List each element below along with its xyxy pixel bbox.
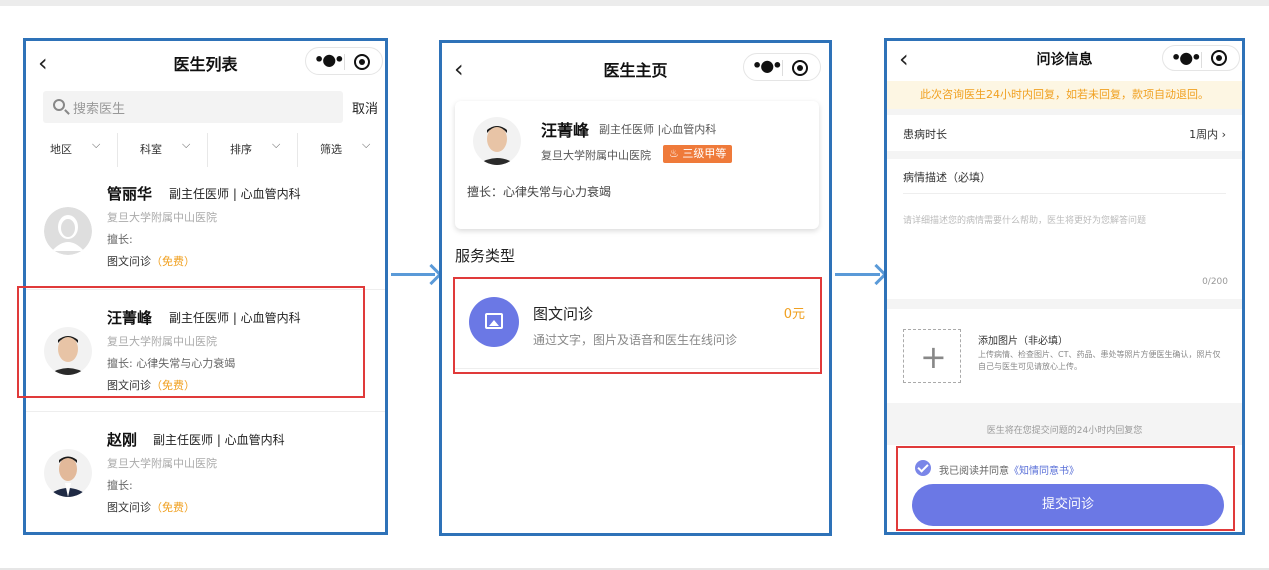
highlight-box	[17, 286, 365, 398]
doctor-hospital: 复旦大学附属中山医院	[541, 149, 651, 162]
close-target-icon[interactable]	[1211, 50, 1227, 66]
cancel-button[interactable]: 取消	[352, 98, 378, 117]
close-target-icon[interactable]	[354, 54, 370, 70]
filter-label: 科室	[140, 143, 162, 156]
chevron-down-icon: ⌵	[272, 138, 281, 151]
close-target-icon[interactable]	[792, 60, 808, 76]
nav-bar: ‹ 问诊信息 •●•	[887, 41, 1242, 81]
chevron-down-icon: ⌵	[92, 138, 101, 151]
more-dots-icon[interactable]: •●•	[752, 56, 782, 75]
description-textarea[interactable]: 请详细描述您的病情需要什么帮助，医生将更好为您解答问题	[903, 213, 1146, 226]
filter-screen[interactable]: 筛选 ⌵	[320, 133, 380, 167]
char-counter: 0/200	[1202, 277, 1228, 287]
doctor-hospital: 复旦大学附属中山医院	[107, 211, 217, 224]
doctor-title: 副主任医师 | 心血管内科	[169, 187, 301, 201]
doctor-specialty: 擅长：心律失常与心力衰竭	[467, 185, 612, 199]
doctor-specialty: 擅长:	[107, 479, 133, 492]
doctor-name: 汪菁峰	[541, 121, 590, 140]
more-dots-icon[interactable]: •●•	[1171, 48, 1201, 67]
divider	[117, 133, 118, 167]
filter-label: 排序	[230, 143, 252, 156]
description-label: 病情描述（必填）	[903, 171, 991, 184]
top-band	[0, 0, 1269, 6]
upload-title: 添加图片（非必填）	[978, 336, 1068, 347]
free-label: （免费）	[151, 255, 195, 268]
search-placeholder: 搜索医生	[73, 102, 126, 117]
doctor-list-item[interactable]: 管丽华 副主任医师 | 心血管内科 复旦大学附属中山医院 擅长: 图文问诊（免费…	[26, 173, 385, 295]
service-label: 图文问诊	[107, 255, 151, 268]
doctor-specialty: 擅长:	[107, 233, 133, 246]
doctor-name: 管丽华	[107, 185, 153, 203]
filter-bar: 地区 ⌵ 科室 ⌵ 排序 ⌵ 筛选 ⌵	[26, 133, 385, 167]
doctor-list-item[interactable]: 赵刚 副主任医师 | 心血管内科 复旦大学附属中山医院 擅长: 图文问诊（免费）	[26, 419, 385, 532]
doctor-title: 副主任医师 | 心血管内科	[153, 433, 285, 447]
duration-row[interactable]: 患病时长 1周内 ›	[887, 115, 1242, 151]
upload-section: + 添加图片（非必填） 上传病情、检查图片、CT、药品、患处等照片方便医生确认，…	[887, 309, 1242, 403]
doctor-service: 图文问诊（免费）	[107, 499, 195, 515]
hospital-grade-badge: ♨ 三级甲等	[663, 145, 733, 163]
highlight-box	[453, 277, 822, 374]
divider	[26, 411, 385, 412]
badge-label: 三级甲等	[682, 147, 727, 160]
capsule-divider	[344, 54, 345, 70]
refund-notice: 此次咨询医生24小时内回复，如若未回复，款项自动退回。	[887, 81, 1242, 109]
capsule-divider	[782, 60, 783, 76]
search-input[interactable]: 搜索医生	[43, 91, 343, 123]
divider	[297, 133, 298, 167]
filter-label: 地区	[50, 143, 72, 156]
chevron-down-icon: ⌵	[182, 138, 191, 151]
nav-bar: ‹ 医生列表 •●•	[26, 41, 385, 85]
divider	[903, 193, 1226, 194]
divider	[207, 133, 208, 167]
doctor-photo	[44, 449, 92, 497]
free-label: （免费）	[151, 501, 195, 514]
nav-bar: ‹ 医生主页 •●•	[442, 43, 829, 87]
filter-sort[interactable]: 排序 ⌵	[230, 133, 290, 167]
service-type-heading: 服务类型	[455, 247, 516, 265]
plus-icon: +	[920, 338, 947, 376]
description-section[interactable]: 病情描述（必填） 请详细描述您的病情需要什么帮助，医生将更好为您解答问题 0/2…	[887, 159, 1242, 299]
flow-arrow-icon	[835, 273, 880, 276]
duration-value: 1周内 ›	[1189, 128, 1226, 141]
chevron-down-icon: ⌵	[362, 138, 371, 151]
capsule-divider	[1201, 52, 1202, 68]
doctor-profile-card: 汪菁峰 副主任医师 |心血管内科 复旦大学附属中山医院 ♨ 三级甲等 擅长：心律…	[455, 101, 819, 229]
doctor-photo	[473, 117, 521, 165]
mini-program-capsule[interactable]: •●•	[1162, 45, 1240, 71]
filter-label: 筛选	[320, 143, 342, 156]
add-image-button[interactable]: +	[903, 329, 961, 383]
search-icon	[53, 99, 65, 111]
filter-department[interactable]: 科室 ⌵	[140, 133, 200, 167]
mini-program-capsule[interactable]: •●•	[305, 47, 383, 75]
doctor-service: 图文问诊（免费）	[107, 253, 195, 269]
duration-label: 患病时长	[903, 128, 947, 141]
more-dots-icon[interactable]: •●•	[314, 50, 344, 69]
flow-arrow-icon	[391, 273, 435, 276]
avatar-placeholder-icon	[44, 207, 92, 255]
doctor-hospital: 复旦大学附属中山医院	[107, 457, 217, 470]
service-label: 图文问诊	[107, 501, 151, 514]
doctor-title: 副主任医师 |心血管内科	[599, 123, 717, 136]
mini-program-capsule[interactable]: •●•	[743, 53, 821, 81]
highlight-box	[896, 446, 1235, 531]
doctor-name: 赵刚	[107, 431, 138, 449]
filter-region[interactable]: 地区 ⌵	[50, 133, 110, 167]
duration-value-text: 1周内	[1189, 128, 1219, 141]
reply-note: 医生将在您提交问题的24小时内回复您	[986, 426, 1143, 436]
upload-description: 上传病情、检查图片、CT、药品、患处等照片方便医生确认，照片仅自己与医生可见请放…	[978, 350, 1221, 371]
